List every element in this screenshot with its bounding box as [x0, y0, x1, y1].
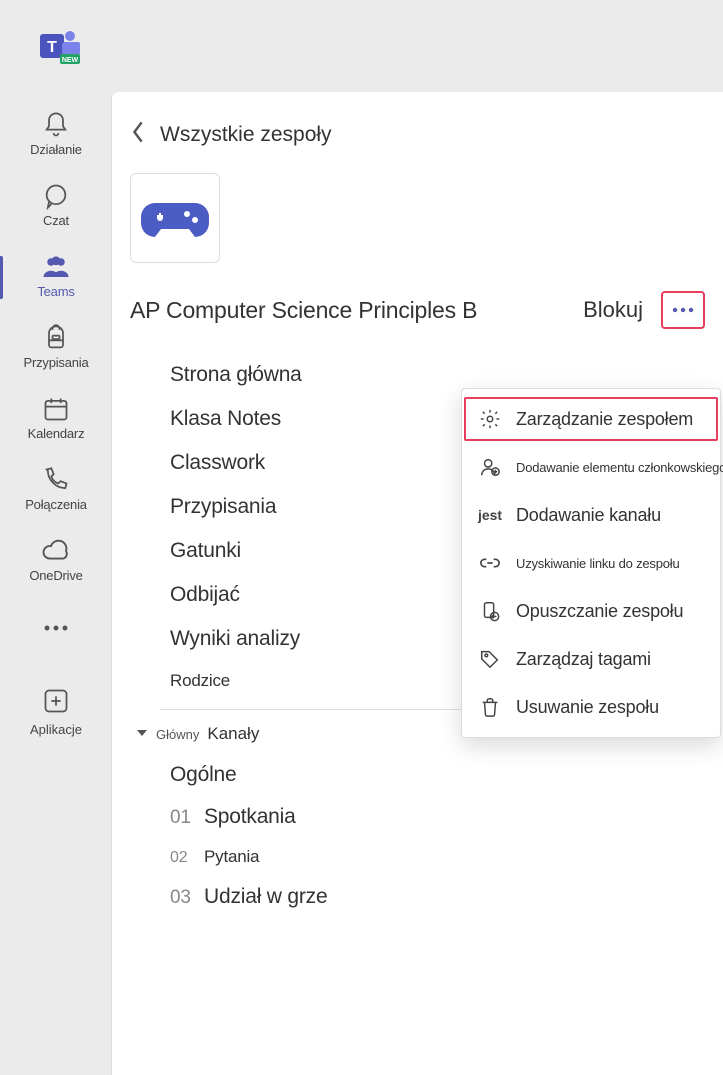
ctx-label: Dodawanie kanału [516, 505, 661, 526]
rail-item-calls[interactable]: Połączenia [0, 455, 112, 526]
ctx-leave-team[interactable]: Opuszczanie zespołu [462, 587, 720, 635]
ctx-manage-tags[interactable]: Zarządzaj tagami [462, 635, 720, 683]
ctx-delete-team[interactable]: Usuwanie zespołu [462, 683, 720, 731]
team-more-button[interactable] [661, 291, 705, 329]
ctx-label: Usuwanie zespołu [516, 697, 659, 718]
rail-item-calendar[interactable]: Kalendarz [0, 384, 112, 455]
channel-label: Ogólne [170, 763, 237, 786]
leave-icon [478, 599, 502, 623]
rail-label: Teams [37, 284, 74, 299]
rail-label: Przypisania [24, 355, 89, 370]
rail-label: Kalendarz [28, 426, 85, 441]
ctx-add-member[interactable]: Dodawanie elementu członkowskiego [462, 443, 720, 491]
channel-number: 03 [170, 887, 198, 909]
phone-icon [41, 465, 71, 495]
ctx-label: Zarządzaj tagami [516, 649, 651, 670]
rail-label: OneDrive [29, 568, 82, 583]
ctx-get-link[interactable]: Uzyskiwanie linku do zespołu [462, 539, 720, 587]
caret-down-icon [136, 725, 148, 743]
app-rail: Działanie Czat Teams [0, 92, 112, 1075]
chevron-left-icon [130, 120, 146, 149]
team-header: AP Computer Science Principles B Blokuj [124, 291, 723, 353]
channel-item[interactable]: Ogólne [124, 754, 723, 796]
team-name: AP Computer Science Principles B [130, 297, 565, 324]
rail-item-assignments[interactable]: Przypisania [0, 313, 112, 384]
tag-icon [478, 647, 502, 671]
trash-icon [478, 695, 502, 719]
ctx-manage-team[interactable]: Zarządzanie zespołem [462, 395, 720, 443]
rail-apps-label: Aplikacje [30, 722, 82, 737]
add-person-icon [478, 455, 502, 479]
channel-label: Pytania [204, 847, 259, 866]
main-layout: Działanie Czat Teams [0, 92, 723, 1075]
ctx-add-channel[interactable]: jest Dodawanie kanału [462, 491, 720, 539]
team-avatar [130, 173, 220, 263]
rail-item-teams[interactable]: Teams [0, 242, 112, 313]
channel-text-icon: jest [478, 503, 502, 527]
gear-icon [478, 407, 502, 431]
top-brand-bar: T NEW [0, 0, 723, 92]
rail-item-activity[interactable]: Działanie [0, 100, 112, 171]
svg-text:NEW: NEW [62, 57, 79, 64]
channel-item[interactable]: 02 Pytania [124, 838, 723, 876]
chat-icon [41, 181, 71, 211]
channel-number: 02 [170, 849, 198, 867]
lock-label[interactable]: Blokuj [583, 297, 643, 323]
channel-item[interactable]: 01 Spotkania [124, 796, 723, 838]
rail-item-onedrive[interactable]: OneDrive [0, 526, 112, 597]
ctx-label: Uzyskiwanie linku do zespołu [516, 556, 679, 571]
calendar-icon [41, 394, 71, 424]
backpack-icon [41, 323, 71, 353]
content-panel: Wszystkie zespoły AP Computer Science Pr… [112, 92, 723, 1075]
rail-label: Połączenia [25, 497, 87, 512]
rail-label: Działanie [30, 142, 82, 157]
rail-item-chat[interactable]: Czat [0, 171, 112, 242]
rail-apps-button[interactable]: Aplikacje [0, 659, 112, 751]
channel-number: 01 [170, 807, 198, 829]
channels-label-small: Główny [156, 727, 199, 742]
channels-list: Ogólne 01 Spotkania 02 Pytania 03 Udział w … [124, 754, 723, 918]
teams-logo-icon: T NEW [38, 24, 82, 68]
svg-text:T: T [47, 39, 57, 56]
channels-label-big: Kanały [207, 724, 259, 744]
breadcrumb-all-teams[interactable]: Wszystkie zespoły [124, 116, 723, 167]
ctx-label: Dodawanie elementu członkowskiego [516, 460, 723, 475]
channel-label: Udział w grze [204, 885, 327, 908]
ellipsis-icon [671, 307, 695, 313]
breadcrumb-label: Wszystkie zespoły [160, 123, 332, 147]
rail-more-button[interactable] [0, 597, 112, 659]
people-icon [41, 252, 71, 282]
channel-label: Spotkania [204, 805, 296, 828]
rail-label: Czat [43, 213, 69, 228]
cloud-icon [41, 536, 71, 566]
ctx-label: Zarządzanie zespołem [516, 409, 693, 430]
bell-icon [41, 110, 71, 140]
ellipsis-icon [43, 619, 69, 637]
team-context-menu: Zarządzanie zespołem Dodawanie elementu … [461, 388, 721, 738]
ctx-label: Opuszczanie zespołu [516, 601, 683, 622]
link-icon [478, 551, 502, 575]
apps-icon [42, 687, 70, 720]
channel-item[interactable]: 03 Udział w grze [124, 876, 723, 918]
